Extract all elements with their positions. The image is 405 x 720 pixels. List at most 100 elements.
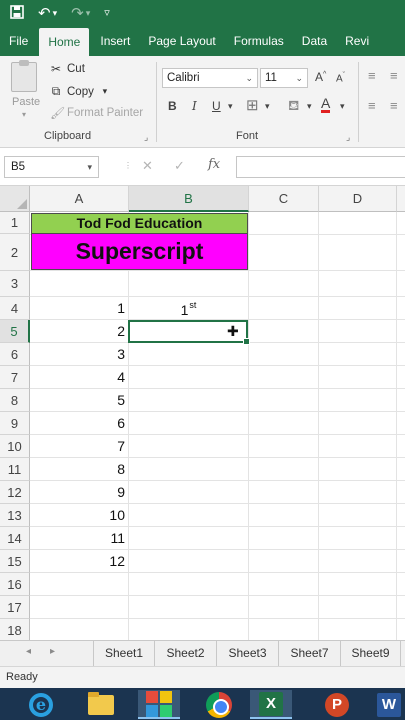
column-header-d[interactable]: D <box>319 186 397 212</box>
row-header-6[interactable]: 6 <box>0 343 30 366</box>
tab-page-layout[interactable]: Page Layout <box>139 26 224 56</box>
column-header-c[interactable]: C <box>249 186 319 212</box>
align-left-icon[interactable]: ≡ <box>368 98 376 113</box>
internet-explorer-icon[interactable]: e <box>20 690 62 719</box>
next-sheet-icon[interactable]: ▸ <box>50 646 55 657</box>
copy-dropdown-icon[interactable]: ▾ <box>99 86 111 97</box>
increase-font-size-icon[interactable]: A^ <box>315 70 326 84</box>
previous-sheet-icon[interactable]: ◂ <box>26 646 31 657</box>
cell-a9[interactable]: 6 <box>31 415 127 431</box>
font-dialog-launcher-icon[interactable]: ⌟ <box>346 132 350 143</box>
align-top-icon[interactable]: ≡ <box>368 68 376 83</box>
formula-input[interactable] <box>236 156 405 178</box>
bold-button[interactable]: B <box>168 99 177 113</box>
row-header-8[interactable]: 8 <box>0 389 30 412</box>
underline-button[interactable]: U <box>212 99 221 113</box>
customize-quick-access-icon[interactable]: ▿ <box>104 7 110 19</box>
decrease-font-size-icon[interactable]: Aˇ <box>336 72 345 84</box>
sheet-tab-sheet2[interactable]: Sheet2 <box>155 641 217 666</box>
sheet-tab-sheet7[interactable]: Sheet7 <box>279 641 341 666</box>
redo-dropdown-icon[interactable]: ▾ <box>86 8 91 18</box>
cell-b4[interactable]: 1st <box>130 300 247 318</box>
font-name-box[interactable]: Calibri ⌄ <box>162 68 258 88</box>
font-color-dropdown-icon[interactable]: ▾ <box>340 101 345 112</box>
cell-a7[interactable]: 4 <box>31 369 127 385</box>
column-header-e[interactable] <box>397 186 405 212</box>
underline-dropdown-icon[interactable]: ▾ <box>228 101 233 112</box>
cell-a6[interactable]: 3 <box>31 346 127 362</box>
font-color-icon[interactable]: A <box>321 96 331 113</box>
row-header-7[interactable]: 7 <box>0 366 30 389</box>
cell-a15[interactable]: 12 <box>31 553 127 569</box>
row-header-1[interactable]: 1 <box>0 212 30 234</box>
align-middle-icon[interactable]: ≡ <box>390 68 398 83</box>
worksheet-grid[interactable]: A B C D 1 2 3 4 5 6 7 8 9 10 11 12 13 14… <box>0 186 405 640</box>
row-header-16[interactable]: 16 <box>0 573 30 596</box>
cell-a2-heading[interactable]: Superscript <box>31 234 248 270</box>
cell-a11[interactable]: 8 <box>31 461 127 477</box>
cell-a4[interactable]: 1 <box>31 300 127 316</box>
row-header-11[interactable]: 11 <box>0 458 30 481</box>
copy-button[interactable]: ⧉ Copy ▾ <box>50 84 111 99</box>
clipboard-dialog-launcher-icon[interactable]: ⌟ <box>144 132 148 143</box>
cancel-icon[interactable]: ✕ <box>142 158 153 174</box>
cell-a8[interactable]: 5 <box>31 392 127 408</box>
row-header-9[interactable]: 9 <box>0 412 30 435</box>
enter-icon[interactable]: ✓ <box>174 158 185 174</box>
fill-color-dropdown-icon[interactable]: ▾ <box>307 101 312 112</box>
redo-icon[interactable]: ↷ <box>71 6 84 21</box>
row-header-2[interactable]: 2 <box>0 234 30 271</box>
tab-review[interactable]: Revi <box>336 26 378 56</box>
powerpoint-icon[interactable]: P <box>316 690 358 719</box>
save-icon[interactable] <box>10 4 24 22</box>
cell-a10[interactable]: 7 <box>31 438 127 454</box>
name-box[interactable]: B5 ▾ <box>4 156 99 178</box>
tab-file[interactable]: File <box>0 26 37 56</box>
cell-a12[interactable]: 9 <box>31 484 127 500</box>
borders-dropdown-icon[interactable]: ▾ <box>265 101 270 112</box>
sheet-tab-sheet9[interactable]: Sheet9 <box>341 641 401 666</box>
formula-bar-resize-handle[interactable]: ⋮ <box>124 161 133 170</box>
tab-formulas[interactable]: Formulas <box>225 26 293 56</box>
row-header-4[interactable]: 4 <box>0 297 30 320</box>
row-header-15[interactable]: 15 <box>0 550 30 573</box>
borders-icon[interactable]: ⊞ <box>246 96 259 114</box>
column-header-a[interactable]: A <box>30 186 129 212</box>
tab-home[interactable]: Home <box>39 28 90 56</box>
tab-data[interactable]: Data <box>293 26 336 56</box>
row-header-12[interactable]: 12 <box>0 481 30 504</box>
sheet-tab-sheet1[interactable]: Sheet1 <box>93 641 155 666</box>
row-header-13[interactable]: 13 <box>0 504 30 527</box>
cell-a13[interactable]: 10 <box>31 507 127 523</box>
excel-icon[interactable]: X <box>250 690 292 719</box>
insert-function-icon[interactable]: fx <box>208 157 220 172</box>
align-center-icon[interactable]: ≡ <box>390 98 398 113</box>
paste-dropdown-icon[interactable]: ▾ <box>22 110 26 119</box>
column-header-b[interactable]: B <box>129 186 249 212</box>
chrome-icon[interactable] <box>198 690 240 719</box>
sheet-tab-sheet3[interactable]: Sheet3 <box>217 641 279 666</box>
apps-icon[interactable] <box>138 690 180 719</box>
fill-color-icon[interactable]: ⛾ <box>288 97 299 116</box>
word-icon[interactable]: W <box>368 690 405 719</box>
undo-dropdown-icon[interactable]: ▾ <box>53 8 58 18</box>
cut-button[interactable]: ✂ Cut <box>50 62 85 76</box>
file-explorer-icon[interactable] <box>80 690 122 719</box>
paste-icon[interactable] <box>11 60 37 92</box>
row-header-10[interactable]: 10 <box>0 435 30 458</box>
font-size-box[interactable]: 11 ⌄ <box>260 68 308 88</box>
cell-a1-title[interactable]: Tod Fod Education <box>31 213 248 234</box>
row-header-3[interactable]: 3 <box>0 271 30 297</box>
row-header-17[interactable]: 17 <box>0 596 30 619</box>
italic-button[interactable]: I <box>192 99 197 113</box>
tab-insert[interactable]: Insert <box>91 26 139 56</box>
undo-icon[interactable]: ↶ <box>38 6 51 21</box>
paste-button-label[interactable]: Paste <box>12 96 40 108</box>
row-header-18[interactable]: 18 <box>0 619 30 640</box>
select-all-button[interactable] <box>0 186 30 212</box>
cell-a5[interactable]: 2 <box>31 323 127 339</box>
row-header-5[interactable]: 5 <box>0 320 30 343</box>
format-painter-button[interactable]: 🖌 Format Painter <box>50 106 143 120</box>
row-header-14[interactable]: 14 <box>0 527 30 550</box>
cell-a14[interactable]: 11 <box>31 530 127 546</box>
